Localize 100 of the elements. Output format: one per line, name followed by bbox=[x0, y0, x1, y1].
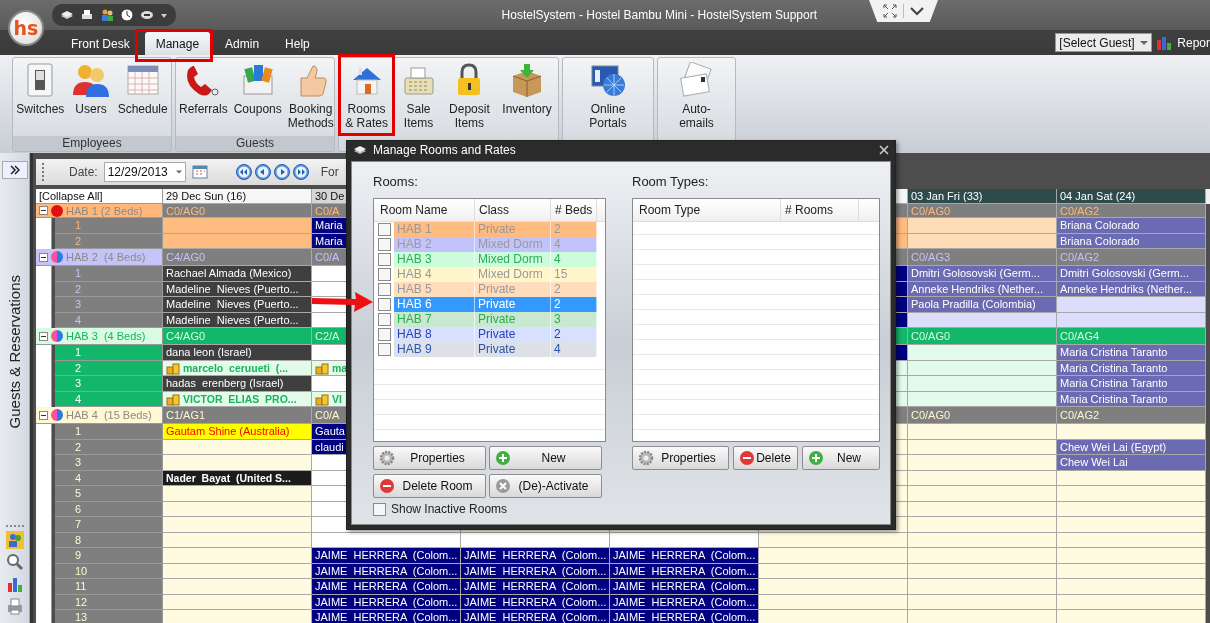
menu-tab[interactable]: Admin bbox=[214, 32, 271, 55]
ribbon-toggle-tab[interactable] bbox=[869, 0, 938, 22]
bed-number: 11 bbox=[55, 579, 163, 595]
column-header[interactable]: 29 Dec Sun (16) bbox=[163, 189, 312, 204]
table-cell[interactable]: JAIME HERRERA (Colom... bbox=[312, 579, 461, 595]
column-header[interactable]: Room Name bbox=[374, 199, 475, 221]
dialog-button[interactable]: Delete bbox=[733, 446, 798, 470]
calendar-icon[interactable] bbox=[191, 165, 208, 179]
ribbon-button[interactable]: Online Portals bbox=[586, 60, 630, 132]
last-button[interactable] bbox=[292, 164, 309, 180]
ribbon-button[interactable]: Sale Items bbox=[397, 60, 440, 132]
first-button[interactable] bbox=[235, 164, 252, 180]
table-cell[interactable]: JAIME HERRERA (Colom... bbox=[312, 610, 461, 623]
ribbon-button[interactable]: Inventory bbox=[499, 60, 555, 118]
table-cell[interactable]: C0/AG0 bbox=[908, 407, 1057, 424]
checkbox[interactable] bbox=[377, 253, 391, 266]
collapse-icon[interactable] bbox=[39, 206, 48, 215]
table-cell[interactable]: Briana Colorado bbox=[1057, 218, 1206, 234]
dialog-button[interactable]: New bbox=[802, 446, 880, 470]
dialog-button[interactable]: Delete Room bbox=[373, 474, 486, 498]
collapse-icon[interactable] bbox=[39, 252, 48, 262]
table-cell[interactable]: C0/AG2 bbox=[1057, 407, 1206, 424]
ribbon-button[interactable]: Booking Methods bbox=[284, 60, 337, 132]
column-header[interactable]: 04 Jan Sat (24) bbox=[1057, 189, 1206, 204]
ribbon-button[interactable]: Coupons bbox=[230, 60, 285, 118]
column-header[interactable]: Class bbox=[475, 199, 551, 221]
collapse-icon[interactable] bbox=[39, 331, 48, 341]
column-header[interactable]: # Rooms bbox=[781, 199, 859, 221]
column-header[interactable]: # Beds bbox=[551, 199, 597, 221]
table-cell[interactable]: dana leon (Israel) bbox=[163, 345, 312, 361]
table-cell[interactable]: JAIME HERRERA (Colom... bbox=[610, 579, 759, 595]
dropdown-caret-icon bbox=[1140, 39, 1149, 46]
guest-dropdown[interactable]: [Select Guest] bbox=[1055, 33, 1153, 52]
menu-tab[interactable]: Help bbox=[274, 32, 321, 55]
menu-tab[interactable]: Manage bbox=[144, 32, 211, 55]
column-header[interactable]: 03 Jan Fri (33) bbox=[908, 189, 1057, 204]
bed-number: 13 bbox=[55, 610, 163, 623]
checkbox[interactable] bbox=[377, 298, 391, 311]
checkbox[interactable] bbox=[377, 328, 391, 341]
envelope-icon bbox=[678, 62, 715, 98]
column-header[interactable]: Room Type bbox=[633, 199, 781, 221]
guest-name: VI bbox=[332, 392, 342, 405]
guest-name: ma bbox=[332, 361, 348, 374]
next-button[interactable] bbox=[273, 164, 290, 180]
table-row[interactable]: HAB 9 Private 4 bbox=[394, 342, 597, 357]
table-cell[interactable]: JAIME HERRERA (Colom... bbox=[610, 610, 759, 623]
close-icon bbox=[879, 145, 889, 155]
guest-name: marcelo ceruueti (... bbox=[183, 361, 289, 374]
checkbox[interactable] bbox=[377, 343, 391, 356]
collapse-icon[interactable] bbox=[39, 410, 48, 420]
table-row[interactable]: HAB 8 Private 2 bbox=[394, 327, 597, 342]
chart-icon[interactable] bbox=[5, 575, 24, 593]
checkbox[interactable] bbox=[373, 502, 386, 516]
section-label: Rooms: bbox=[373, 174, 418, 191]
search-icon[interactable] bbox=[5, 553, 24, 571]
ribbon-button[interactable]: Rooms & Rates bbox=[342, 60, 391, 132]
table-cell[interactable]: Dmitri Golosovski (Germ... bbox=[1057, 266, 1206, 282]
table-cell[interactable]: Maria Cristina Taranto bbox=[1057, 345, 1206, 361]
table-cell[interactable]: JAIME HERRERA (Colom... bbox=[312, 548, 461, 564]
checkbox[interactable] bbox=[377, 313, 391, 326]
dialog-button[interactable]: New bbox=[489, 446, 602, 470]
table-cell[interactable]: Dmitri Golosovski (Germ... bbox=[908, 266, 1057, 282]
bed-number: 1 bbox=[55, 424, 163, 440]
dialog-button[interactable]: Properties bbox=[632, 446, 729, 470]
checkbox[interactable] bbox=[377, 238, 391, 251]
table-cell bbox=[36, 610, 52, 623]
table-cell[interactable]: Chew Wei Lai bbox=[1057, 455, 1206, 471]
dialog-button[interactable]: (De)-Activate bbox=[489, 474, 602, 498]
previous-button[interactable] bbox=[254, 164, 271, 180]
checkbox[interactable] bbox=[377, 283, 391, 296]
expand-button[interactable] bbox=[1, 161, 28, 179]
date-field[interactable]: 12/29/2013 bbox=[103, 162, 186, 182]
dialog-button[interactable]: Properties bbox=[373, 446, 486, 470]
menu-tab[interactable]: Front Desk bbox=[60, 32, 141, 55]
table-cell[interactable]: Rachael Almada (Mexico) bbox=[163, 266, 312, 282]
checkbox[interactable] bbox=[377, 223, 391, 236]
calendar-icon bbox=[124, 62, 161, 98]
ribbon-button[interactable]: Schedule bbox=[114, 60, 171, 118]
group-label: Guests bbox=[176, 136, 334, 151]
table-cell[interactable]: Madeline Nieves (Puerto... bbox=[163, 297, 312, 313]
table-cell[interactable]: JAIME HERRERA (Colom... bbox=[461, 579, 610, 595]
table-cell[interactable]: hadas erenberg (Israel) bbox=[163, 376, 312, 392]
table-cell[interactable]: JAIME HERRERA (Colom... bbox=[461, 548, 610, 564]
table-cell[interactable]: C1/AG1 bbox=[163, 407, 312, 424]
close-button[interactable] bbox=[879, 145, 889, 155]
people-icon[interactable] bbox=[5, 531, 24, 549]
ribbon-button[interactable]: Switches bbox=[13, 60, 68, 118]
table-cell[interactable]: Paola Pradilla (Colombia) bbox=[908, 297, 1057, 313]
checkbox[interactable] bbox=[377, 268, 391, 281]
printer-icon[interactable] bbox=[5, 597, 24, 615]
ribbon-button[interactable]: Users bbox=[68, 60, 114, 118]
table-cell[interactable]: JAIME HERRERA (Colom... bbox=[461, 610, 610, 623]
cross-circle-icon bbox=[495, 478, 511, 494]
reports-button[interactable]: Repor bbox=[1156, 34, 1210, 51]
table-cell[interactable]: Gautam Shine (Australia) bbox=[163, 424, 312, 440]
table-cell[interactable]: Maria Cristina Taranto bbox=[1057, 376, 1206, 392]
ribbon-button[interactable]: Deposit Items bbox=[446, 60, 493, 132]
table-cell[interactable]: JAIME HERRERA (Colom... bbox=[610, 548, 759, 564]
ribbon-button[interactable]: Auto- emails bbox=[675, 60, 718, 132]
ribbon-button[interactable]: Referrals bbox=[176, 60, 231, 118]
